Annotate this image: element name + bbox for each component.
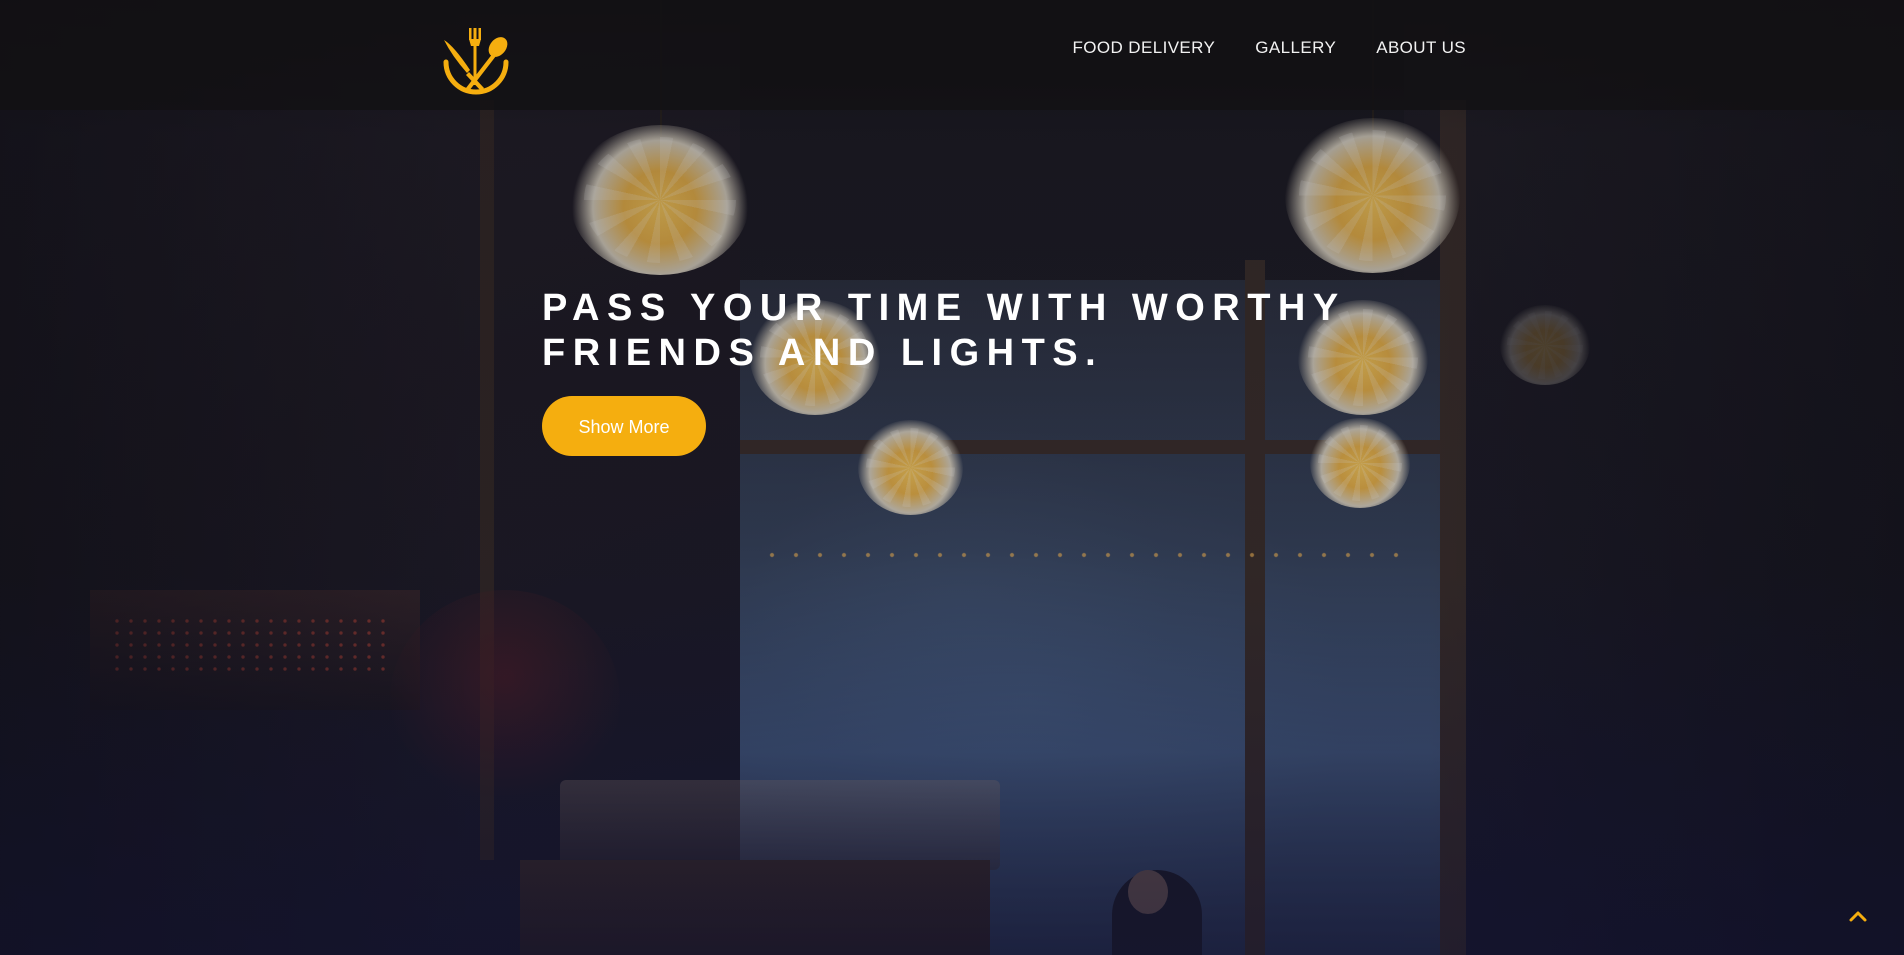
nav-item-gallery[interactable]: GALLERY (1255, 38, 1336, 58)
hero-title-line-2: FRIENDS AND LIGHTS. (542, 332, 1104, 374)
fork-knife-spoon-icon[interactable] (436, 22, 516, 102)
hero-content: PASS YOUR TIME WITH WORTHY FRIENDS AND L… (542, 286, 1362, 456)
hero-title-line-1: PASS YOUR TIME WITH WORTHY (542, 287, 1346, 329)
nav-item-about-us[interactable]: ABOUT US (1376, 38, 1466, 58)
chevron-up-icon[interactable] (1846, 905, 1870, 929)
show-more-button[interactable]: Show More (542, 396, 706, 456)
main-nav: FOOD DELIVERY GALLERY ABOUT US (1072, 38, 1466, 58)
page: FOOD DELIVERY GALLERY ABOUT US PASS YOUR… (0, 0, 1904, 955)
dark-overlay (0, 0, 1904, 955)
nav-item-food-delivery[interactable]: FOOD DELIVERY (1072, 38, 1215, 58)
hero-background (0, 0, 1904, 955)
hero-title: PASS YOUR TIME WITH WORTHY FRIENDS AND L… (542, 286, 1362, 376)
site-header: FOOD DELIVERY GALLERY ABOUT US (0, 0, 1904, 110)
